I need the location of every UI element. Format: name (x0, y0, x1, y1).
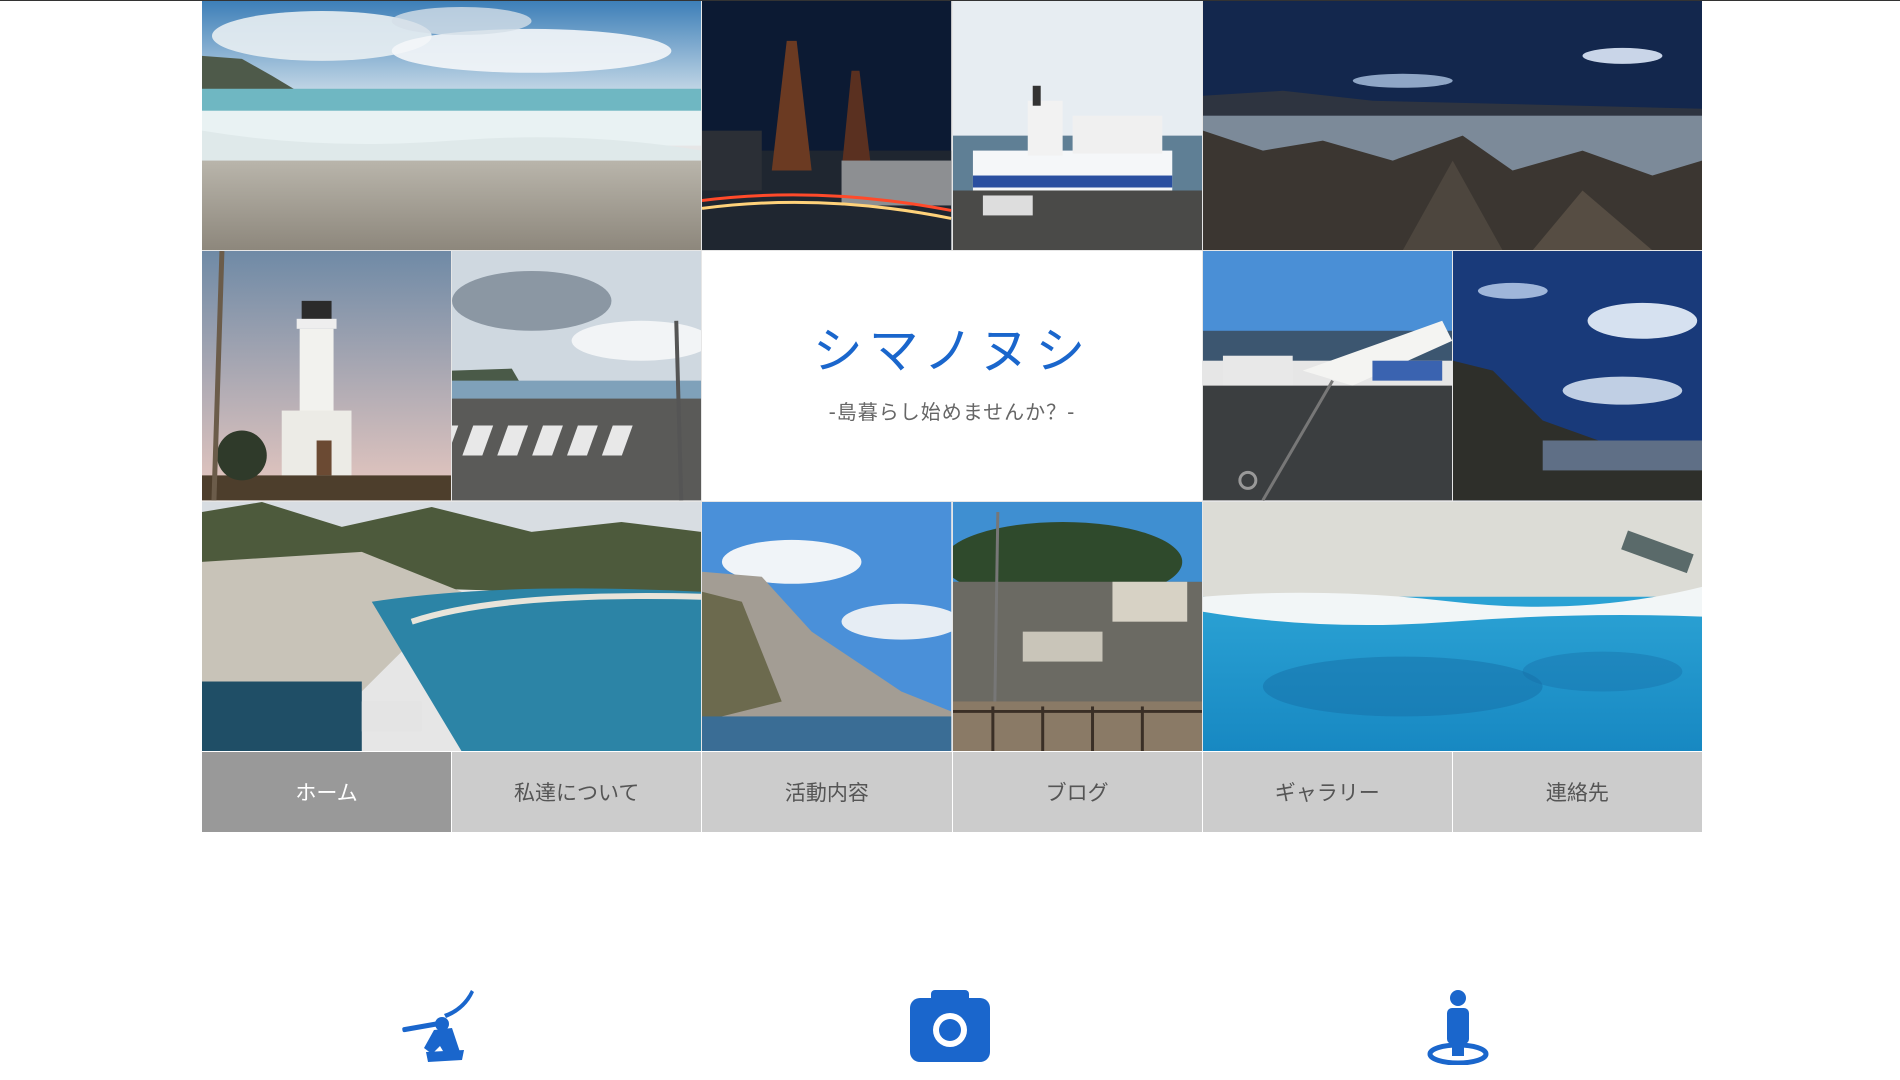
camera-icon (905, 990, 995, 1065)
nav-contact[interactable]: 連絡先 (1452, 752, 1702, 832)
turquoise-sea-aerial-photo (1202, 501, 1702, 751)
photo-gallery: シマノヌシ -島暮らし始めませんか？- (202, 1, 1702, 751)
site-header: シマノヌシ -島暮らし始めませんか？- (702, 251, 1202, 501)
harbor-boats-photo (1202, 251, 1452, 501)
fisherman-icon (396, 990, 486, 1065)
main-navigation: ホーム 私達について 活動内容 ブログ ギャラリー 連絡先 (202, 752, 1702, 832)
feature-icons-row (0, 990, 1900, 1080)
night-sky-coast-photo (1452, 251, 1702, 501)
nav-activities[interactable]: 活動内容 (702, 752, 952, 832)
ferry-ship-photo (952, 1, 1202, 251)
person-location-icon (1413, 990, 1503, 1066)
site-title[interactable]: シマノヌシ (813, 326, 1092, 376)
site-subtitle: -島暮らし始めませんか？- (828, 400, 1076, 425)
lighthouse-photo (202, 251, 452, 501)
crosswalk-road-photo (452, 251, 702, 501)
island-bay-aerial-photo (202, 501, 702, 751)
nav-home[interactable]: ホーム (202, 752, 452, 832)
nav-about[interactable]: 私達について (452, 752, 702, 832)
village-houses-photo (952, 501, 1202, 751)
rocky-coast-night-photo (1202, 1, 1702, 251)
power-plant-night-photo (702, 1, 952, 251)
nav-gallery[interactable]: ギャラリー (1202, 752, 1452, 832)
beach-waves-photo (202, 1, 702, 251)
volcanic-cliff-photo (702, 501, 952, 751)
nav-blog[interactable]: ブログ (952, 752, 1202, 832)
